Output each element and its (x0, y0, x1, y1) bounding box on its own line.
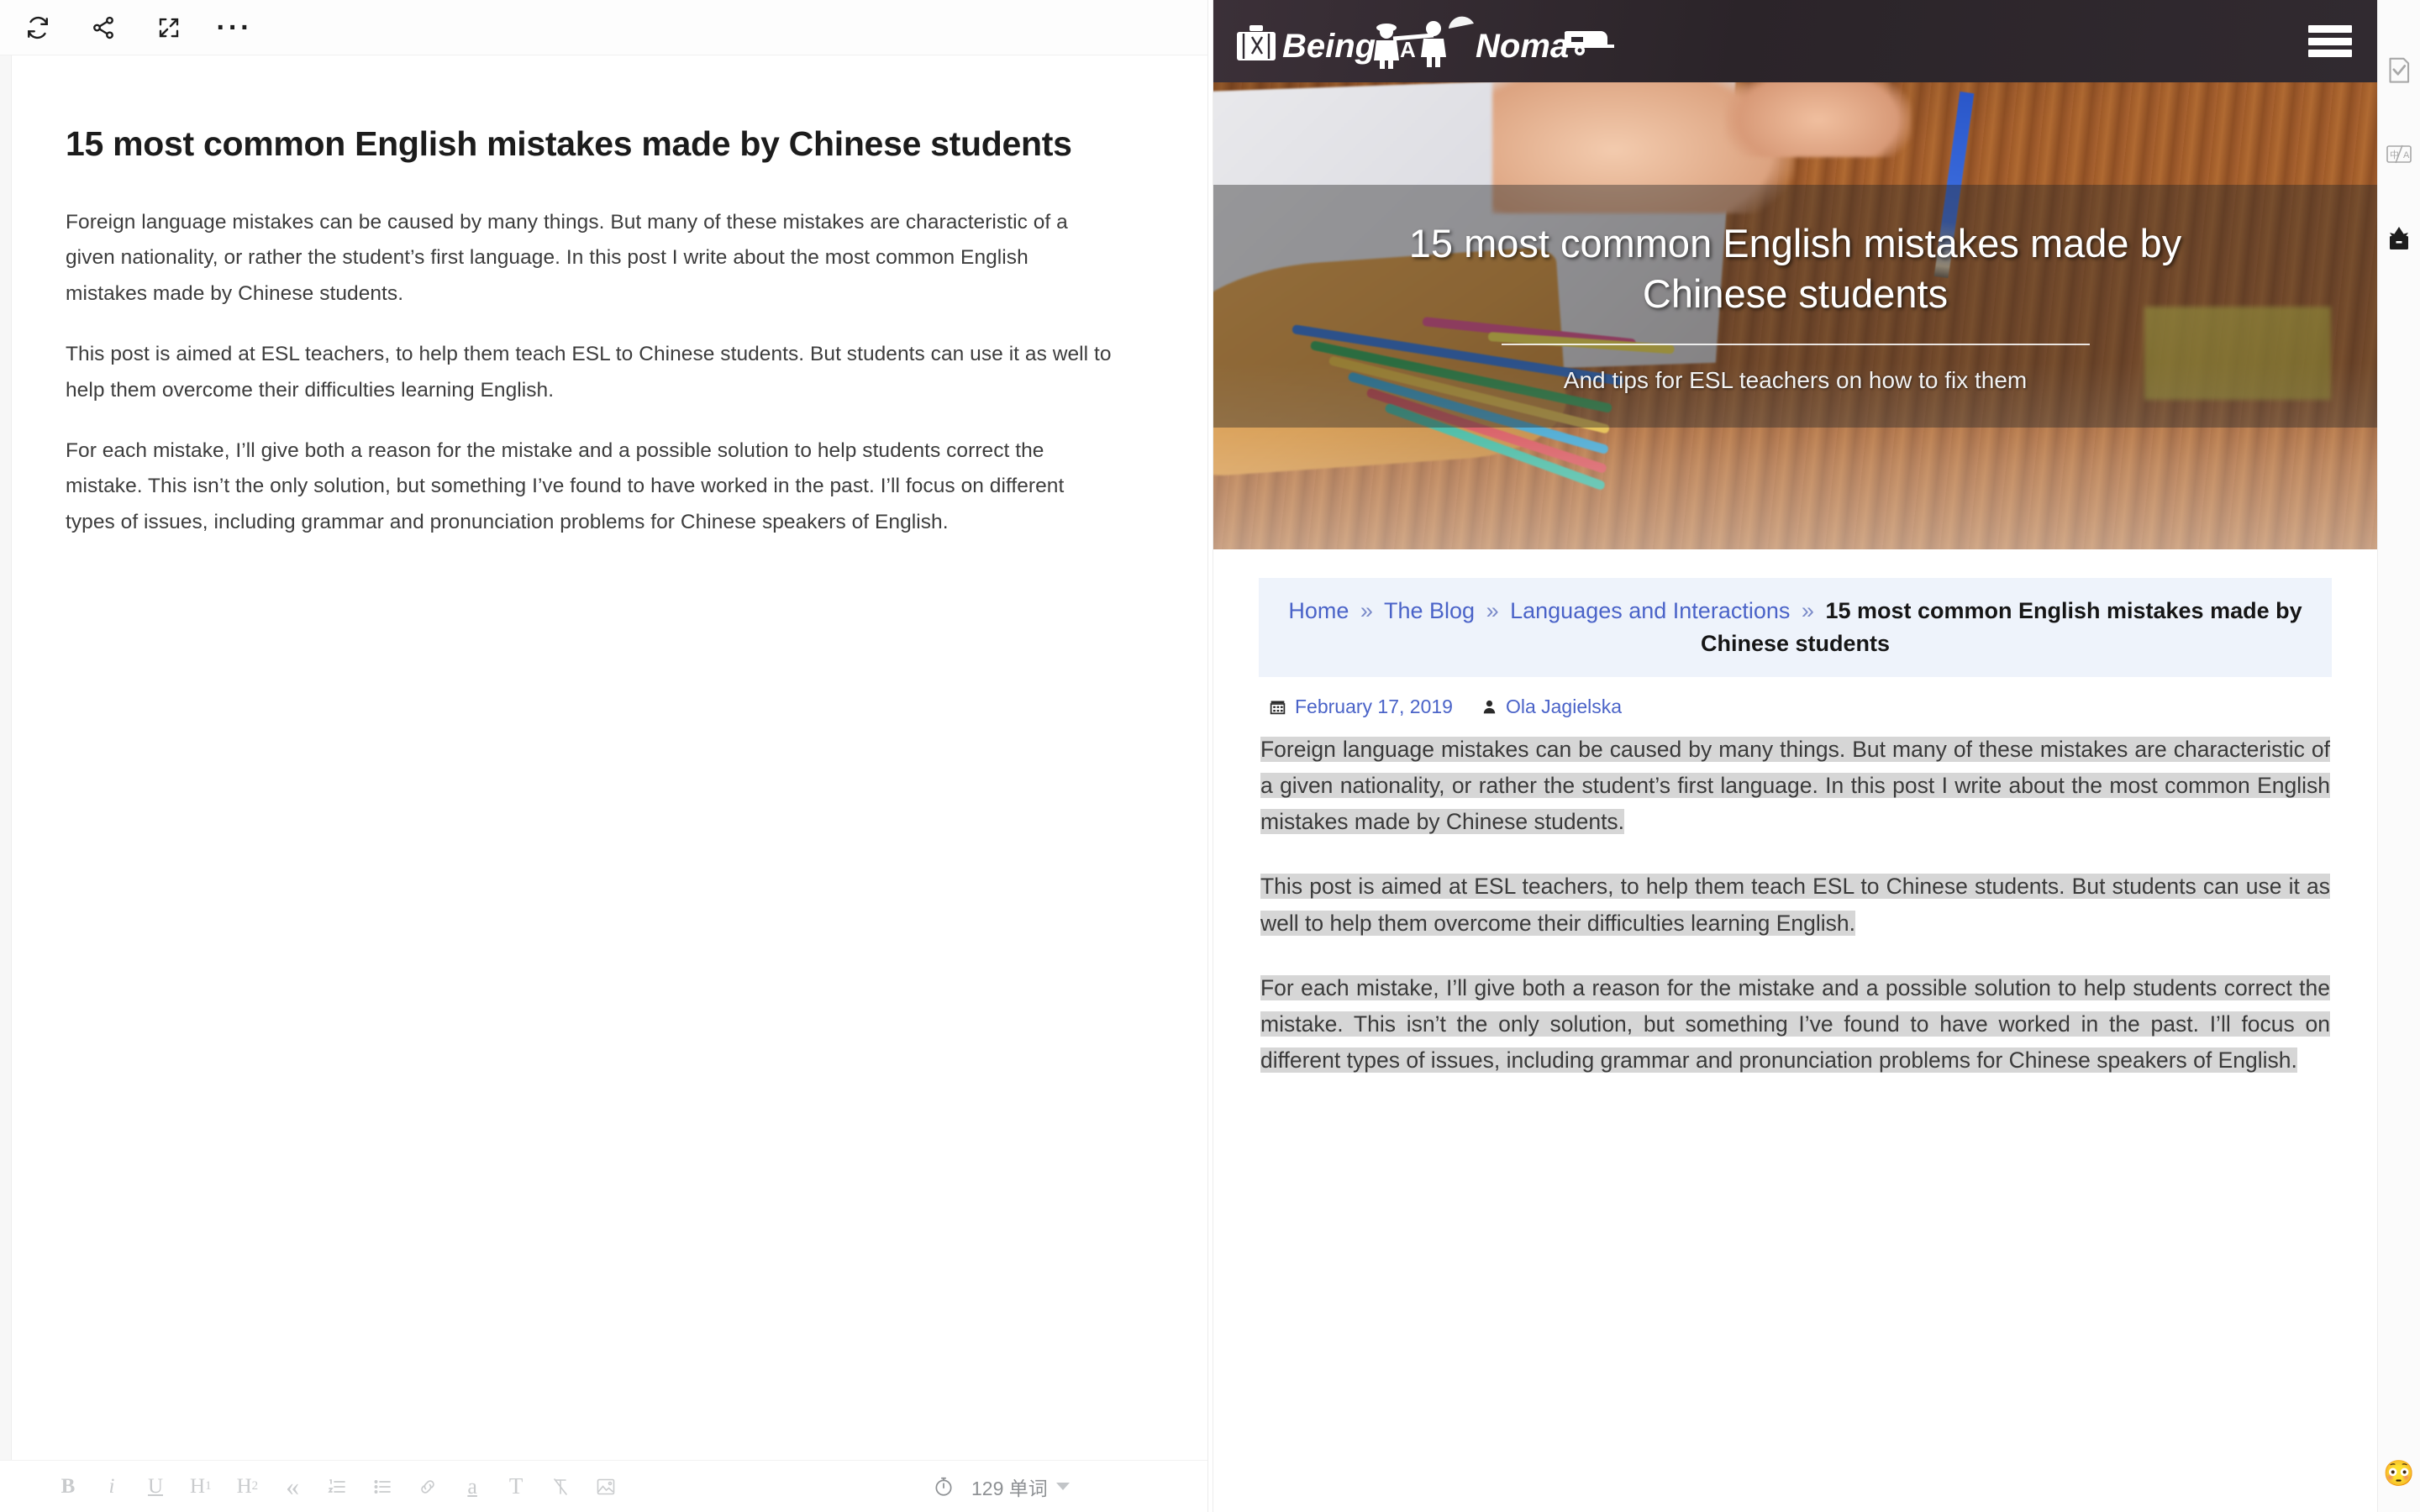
document-paragraph[interactable]: This post is aimed at ESL teachers, to h… (66, 337, 1112, 408)
breadcrumb-item-languages-and-interactions[interactable]: Languages and Interactions (1510, 598, 1790, 623)
hero-title: 15 most common English mistakes made by … (1408, 221, 2182, 316)
post-author[interactable]: Ola Jagielska (1506, 696, 1622, 718)
hero-banner: 15 most common English mistakes made by … (1213, 82, 2377, 549)
right-icon-rail: 中 A 😳 (2377, 0, 2420, 1512)
breadcrumb-item-the-blog[interactable]: The Blog (1384, 598, 1475, 623)
breadcrumb: Home » The Blog » Languages and Interact… (1259, 578, 2332, 677)
word-count-control[interactable]: 129 单词 (933, 1473, 1070, 1501)
chevron-down-icon[interactable] (1055, 1483, 1070, 1490)
post-date[interactable]: February 17, 2019 (1295, 696, 1453, 718)
hero-text-block: 15 most common English mistakes made by … (1213, 82, 2377, 549)
sync-icon[interactable] (15, 5, 60, 50)
app-root: ··· 15 most common English mistakes made… (0, 0, 2420, 1512)
svg-text:Being: Being (1282, 28, 1376, 65)
h1-sub: 1 (205, 1479, 212, 1493)
article-paragraph-text: Foreign language mistakes can be caused … (1260, 736, 2330, 835)
article-paragraph: For each mistake, I’ll give both a reaso… (1259, 970, 2332, 1079)
article-paragraph: This post is aimed at ESL teachers, to h… (1259, 869, 2332, 941)
svg-text:Nomad: Nomad (1476, 28, 1570, 65)
more-dots: ··· (216, 11, 253, 44)
article-paragraph-text: For each mistake, I’ll give both a reaso… (1260, 974, 2330, 1074)
word-count-label: 129 单词 (971, 1477, 1048, 1499)
fullscreen-icon[interactable] (146, 5, 192, 50)
highlight-button[interactable]: a (463, 1473, 481, 1501)
menu-bar (2308, 25, 2352, 33)
image-icon[interactable] (596, 1473, 616, 1501)
menu-bar (2308, 37, 2352, 45)
svg-text:A: A (1400, 37, 1416, 62)
svg-text:中: 中 (2390, 150, 2399, 160)
heading1-button[interactable]: H1 (190, 1473, 212, 1501)
document-paragraph[interactable]: For each mistake, I’ll give both a reaso… (66, 433, 1112, 540)
site-header: Being A Nomad (1213, 0, 2377, 82)
breadcrumb-current-page: 15 most common English mistakes made by … (1700, 598, 2302, 656)
hero-divider (1501, 344, 2090, 346)
svg-text:A: A (2403, 150, 2410, 160)
logo-graphic: Being A Nomad (1237, 16, 1570, 69)
archive-box-icon[interactable] (2381, 220, 2417, 257)
site-logo[interactable]: Being A Nomad (1234, 11, 1615, 71)
bullet-list-icon[interactable] (372, 1473, 392, 1501)
italic-button[interactable]: i (103, 1473, 121, 1501)
more-options-icon[interactable]: ··· (212, 5, 257, 50)
document-paragraph[interactable]: Foreign language mistakes can be caused … (66, 205, 1112, 312)
breadcrumb-separator: » (1486, 598, 1499, 623)
heading2-button[interactable]: H2 (237, 1473, 259, 1501)
article-container: Home » The Blog » Languages and Interact… (1213, 549, 2377, 1079)
breadcrumb-separator: » (1360, 598, 1373, 623)
underline-button[interactable]: U (146, 1473, 165, 1501)
breadcrumb-separator: » (1801, 598, 1814, 623)
hero-subtitle: And tips for ESL teachers on how to fix … (1563, 367, 2028, 394)
translate-icon[interactable]: 中 A (2381, 136, 2417, 173)
h1-letter: H (190, 1474, 206, 1498)
blockquote-button[interactable]: « (283, 1471, 302, 1501)
document-title[interactable]: 15 most common English mistakes made by … (66, 123, 1091, 165)
h2-letter: H (236, 1474, 252, 1498)
emoji-icon[interactable]: 😳 (2383, 1462, 2414, 1487)
ordered-list-icon[interactable] (327, 1473, 347, 1501)
menu-bar (2308, 50, 2352, 57)
timer-icon (933, 1476, 955, 1498)
h2-sub: 2 (251, 1479, 259, 1493)
text-style-button[interactable]: T (507, 1473, 525, 1501)
breadcrumb-item-home[interactable]: Home (1288, 598, 1349, 623)
bold-button[interactable]: B (59, 1473, 77, 1501)
calendar-icon (1269, 698, 1286, 716)
check-document-icon[interactable] (2381, 52, 2417, 89)
caravan-icon (1565, 31, 1614, 55)
editor-content-area[interactable]: 15 most common English mistakes made by … (0, 55, 1207, 1460)
user-icon (1481, 698, 1497, 716)
share-icon[interactable] (81, 5, 126, 50)
preview-pane: Being A Nomad (1213, 0, 2377, 1512)
pane-divider[interactable] (1207, 0, 1213, 1512)
article-paragraph-text: This post is aimed at ESL teachers, to h… (1260, 874, 2330, 936)
clear-format-icon[interactable] (550, 1473, 571, 1501)
post-meta: February 17, 2019 Ola Jagielska (1259, 677, 2332, 732)
editor-toolbar: ··· (0, 0, 1207, 55)
article-paragraph: Foreign language mistakes can be caused … (1259, 732, 2332, 841)
link-icon[interactable] (418, 1473, 438, 1501)
menu-icon[interactable] (2308, 22, 2352, 60)
editor-format-bar: B i U H1 H2 « a T 129 单词 (0, 1460, 1207, 1512)
editor-pane: ··· 15 most common English mistakes made… (0, 0, 1207, 1512)
